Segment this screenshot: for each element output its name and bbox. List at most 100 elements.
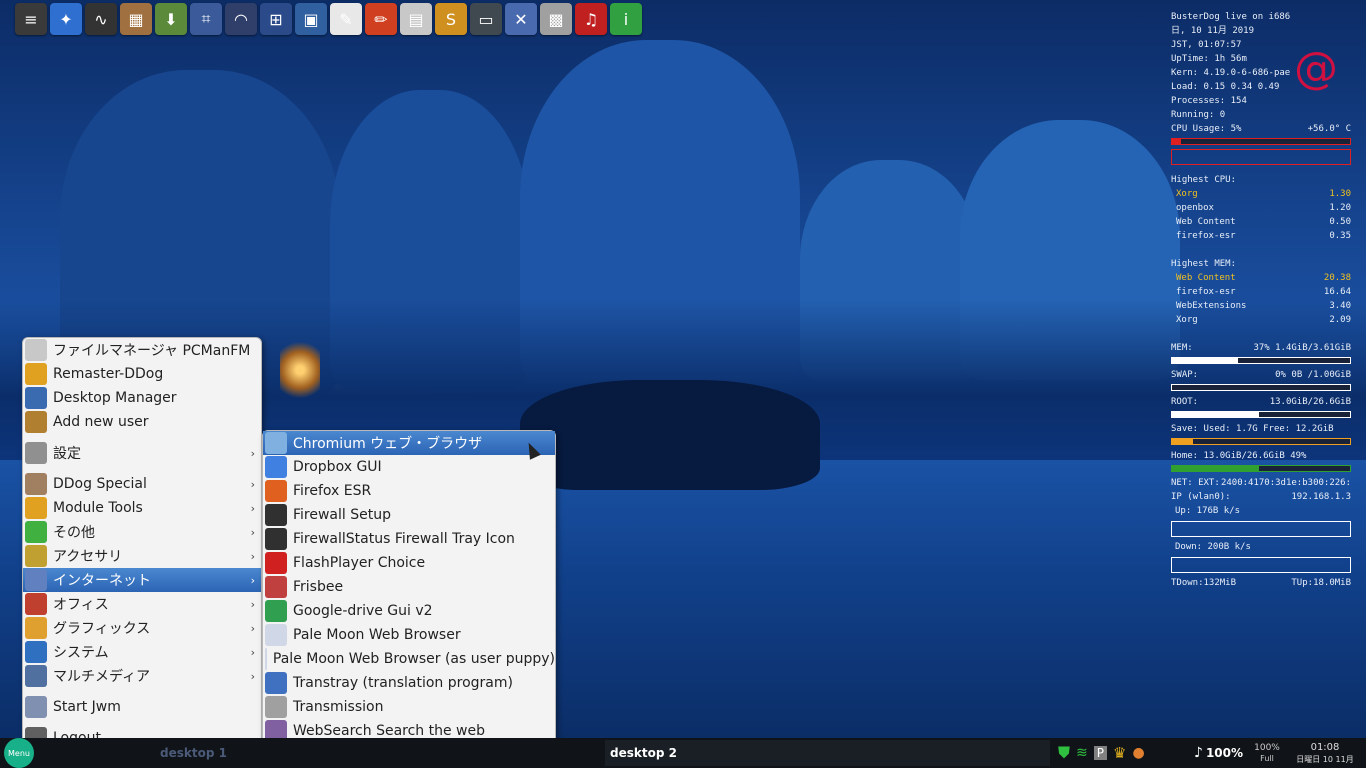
transmission-icon xyxy=(265,696,287,718)
media-icon[interactable]: ♫ xyxy=(575,3,607,35)
system-icon xyxy=(25,641,47,663)
desktop2-button[interactable]: desktop 2 xyxy=(605,740,1050,766)
internet-menu-item[interactable]: Chromium ウェブ・ブラウザ xyxy=(263,431,555,455)
internet-menu-item[interactable]: FirewallStatus Firewall Tray Icon xyxy=(263,527,555,551)
monitor-icon[interactable]: ∿ xyxy=(85,3,117,35)
kernel-text: Kern: 4.19.0-6-686-pae xyxy=(1171,68,1291,78)
cpu-process-row: openbox 1.20 xyxy=(1171,201,1351,215)
cpu-process-row: Web Content 0.50 xyxy=(1171,215,1351,229)
package-icon[interactable]: ▦ xyxy=(120,3,152,35)
running-text: Running: 0 xyxy=(1171,110,1226,120)
jwm-icon xyxy=(25,696,47,718)
swap-label: SWAP: xyxy=(1171,370,1199,380)
clock[interactable]: 01:08 日曜日 10 11月 xyxy=(1288,740,1362,766)
chevron-right-icon: › xyxy=(250,446,255,460)
firewall-icon xyxy=(265,504,287,526)
info-icon[interactable]: i xyxy=(610,3,642,35)
mem-process-row: WebExtensions 3.40 xyxy=(1171,299,1351,313)
main-menu-item[interactable]: Module Tools › xyxy=(23,496,261,520)
mem-process-row: Xorg 2.09 xyxy=(1171,313,1351,327)
internet-menu-item[interactable]: Transtray (translation program) xyxy=(263,671,555,695)
cpu-process-name: Xorg xyxy=(1176,189,1198,199)
menu-button[interactable]: Menu xyxy=(4,738,34,768)
main-menu-item[interactable]: Start Jwm xyxy=(23,695,261,719)
upload-graph xyxy=(1171,521,1351,537)
save-bar xyxy=(1171,438,1351,445)
main-menu-item[interactable]: ファイルマネージャ PCManFM xyxy=(23,338,261,362)
main-menu-item[interactable]: グラフィックス › xyxy=(23,616,261,640)
grid-icon[interactable]: ⊞ xyxy=(260,3,292,35)
internet-menu-item[interactable]: Transmission xyxy=(263,695,555,719)
photo-icon[interactable]: ▣ xyxy=(295,3,327,35)
chevron-right-icon: › xyxy=(250,621,255,635)
mem-process-row: Web Content 20.38 xyxy=(1171,271,1351,285)
main-menu-item[interactable]: Add new user xyxy=(23,410,261,434)
cpu-process-value: 0.50 xyxy=(1329,217,1351,227)
sfs-icon[interactable]: S xyxy=(435,3,467,35)
internet-menu-item[interactable]: FlashPlayer Choice xyxy=(263,551,555,575)
main-menu-item[interactable]: マルチメディア › xyxy=(23,664,261,688)
main-menu-item[interactable]: DDog Special › xyxy=(23,472,261,496)
sfs-icon xyxy=(25,497,47,519)
download-graph xyxy=(1171,557,1351,573)
volume-control[interactable]: ♪ 100% xyxy=(1194,740,1250,766)
download-rate: Down: 200B k/s xyxy=(1175,542,1251,552)
headphones-icon[interactable]: ◠ xyxy=(225,3,257,35)
main-menu-item[interactable]: その他 › xyxy=(23,520,261,544)
mem-process-name: WebExtensions xyxy=(1176,301,1247,311)
net-label: NET: EXT: xyxy=(1171,478,1220,488)
system-monitor: BusterDog live on i686 日, 10 11月 2019 JS… xyxy=(1171,10,1351,590)
internet-menu-item[interactable]: Firefox ESR xyxy=(263,479,555,503)
mixer-icon[interactable]: ≡ xyxy=(15,3,47,35)
internet-menu-label: Pale Moon Web Browser (as user puppy) xyxy=(272,651,555,667)
desktop-icon xyxy=(25,387,47,409)
system-tray: ⛊ ≋ P ♛ ● xyxy=(1058,740,1188,766)
uptime-text: UpTime: 1h 56m xyxy=(1171,54,1247,64)
internet-menu-item[interactable]: Firewall Setup xyxy=(263,503,555,527)
editor-icon[interactable]: ✎ xyxy=(330,3,362,35)
main-menu-item[interactable]: Remaster-DDog xyxy=(23,362,261,386)
main-menu-item[interactable]: アクセサリ › xyxy=(23,544,261,568)
packages-icon[interactable]: ▩ xyxy=(540,3,572,35)
globe-icon[interactable]: ● xyxy=(1132,745,1144,761)
wifi-icon[interactable]: ≋ xyxy=(1076,745,1088,761)
pencils-icon[interactable]: ✏ xyxy=(365,3,397,35)
main-menu: ファイルマネージャ PCManFM Remaster-DDog Desktop Ma… xyxy=(22,337,262,751)
internet-menu-item[interactable]: Frisbee xyxy=(263,575,555,599)
main-menu-label: マルチメディア xyxy=(53,669,151,685)
chevron-right-icon: › xyxy=(250,597,255,611)
main-menu-item[interactable]: システム › xyxy=(23,640,261,664)
network-icon[interactable]: ✕ xyxy=(505,3,537,35)
ip-label: IP (wlan0): xyxy=(1171,492,1231,502)
main-menu-item[interactable]: 設定 › xyxy=(23,441,261,465)
puppy-icon[interactable]: P xyxy=(1093,746,1107,760)
cpu-usage: CPU Usage: 5% xyxy=(1171,124,1242,134)
internet-menu-item[interactable]: Google-drive Gui v2 xyxy=(263,599,555,623)
shield-icon[interactable]: ⛊ xyxy=(1058,743,1070,763)
menu-separator xyxy=(23,719,261,726)
crown-icon[interactable]: ♛ xyxy=(1113,744,1126,762)
cpu-process-row: firefox-esr 0.35 xyxy=(1171,229,1351,243)
screenshot-icon[interactable]: ⌗ xyxy=(190,3,222,35)
drive-icon[interactable]: ▤ xyxy=(400,3,432,35)
main-menu-label: Remaster-DDog xyxy=(53,366,164,382)
internet-menu-item[interactable]: Pale Moon Web Browser (as user puppy) xyxy=(263,647,555,671)
mem-process-value: 16.64 xyxy=(1323,287,1351,297)
battery-indicator[interactable]: 100% Full xyxy=(1252,740,1282,766)
internet-menu-item[interactable]: Dropbox GUI xyxy=(263,455,555,479)
download-icon[interactable]: ⬇ xyxy=(155,3,187,35)
main-menu-item[interactable]: オフィス › xyxy=(23,592,261,616)
sfs-icon xyxy=(25,363,47,385)
main-menu-item[interactable]: インターネット › xyxy=(23,568,261,592)
terminal-icon[interactable]: ▭ xyxy=(470,3,502,35)
main-menu-label: その他 xyxy=(53,525,95,541)
compass-icon[interactable]: ✦ xyxy=(50,3,82,35)
google-drive-icon xyxy=(265,600,287,622)
desktop1-button[interactable]: desktop 1 xyxy=(160,740,260,766)
internet-menu-item[interactable]: Pale Moon Web Browser xyxy=(263,623,555,647)
chevron-right-icon: › xyxy=(250,525,255,539)
volume-icon: ♪ xyxy=(1194,745,1203,761)
main-menu-item[interactable]: Desktop Manager xyxy=(23,386,261,410)
load-text: Load: 0.15 0.34 0.49 xyxy=(1171,82,1280,92)
palemoon-icon xyxy=(265,648,267,670)
